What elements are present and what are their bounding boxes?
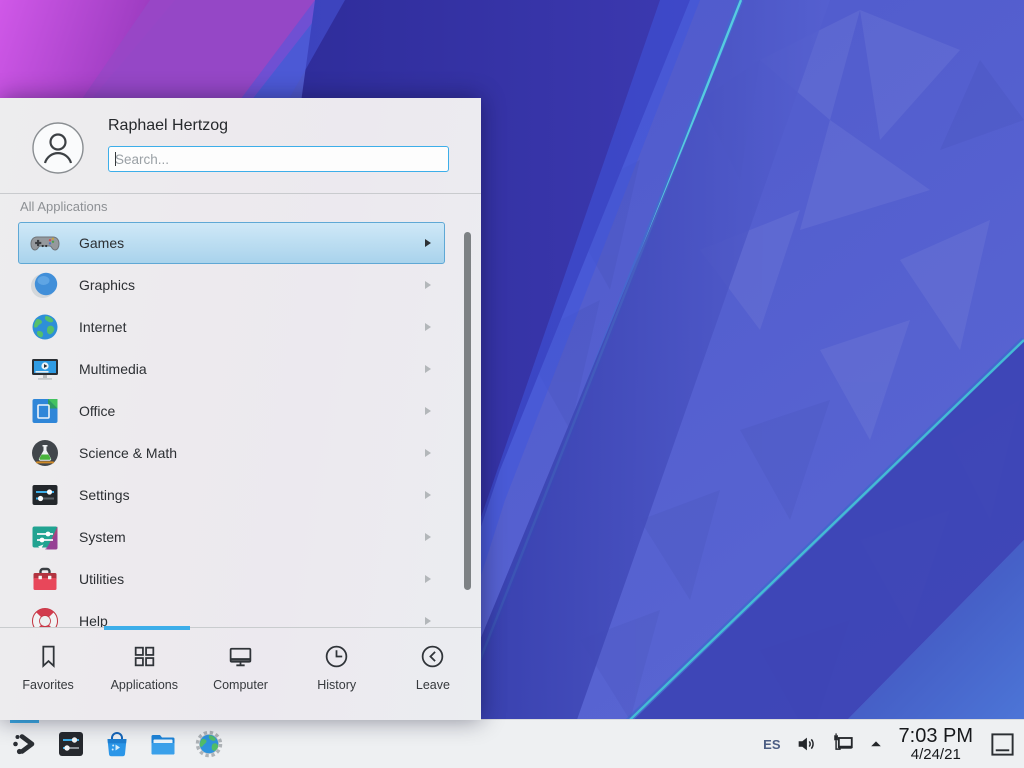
- submenu-arrow-icon: [425, 617, 431, 625]
- tab-label: Applications: [111, 678, 178, 692]
- category-label: Science & Math: [79, 445, 177, 461]
- submenu-arrow-icon: [425, 323, 431, 331]
- office-icon: [29, 395, 61, 427]
- text-caret: [115, 152, 116, 166]
- gamepad-icon: [29, 227, 61, 259]
- system-icon: [29, 521, 61, 553]
- category-row-games[interactable]: Games: [18, 222, 445, 264]
- category-label: Office: [79, 403, 115, 419]
- tab-leave[interactable]: Leave: [385, 628, 481, 720]
- category-label: Settings: [79, 487, 130, 503]
- expand-tray-icon[interactable]: [869, 737, 883, 751]
- science-icon: [29, 437, 61, 469]
- computer-icon: [227, 643, 254, 670]
- active-tab-indicator: [104, 626, 190, 630]
- submenu-arrow-icon: [425, 449, 431, 457]
- help-icon: [29, 605, 61, 628]
- category-label: Multimedia: [79, 361, 147, 377]
- desktop: Raphael Hertzog All Applications Games Gr…: [0, 0, 1024, 768]
- kde-launcher-icon: [10, 729, 40, 759]
- keyboard-layout-indicator[interactable]: ES: [763, 737, 780, 752]
- tab-label: Computer: [213, 678, 268, 692]
- web-browser-icon: [194, 729, 224, 759]
- leave-icon: [419, 643, 446, 670]
- category-label: Games: [79, 235, 124, 251]
- section-label: All Applications: [20, 199, 107, 214]
- settings-icon: [29, 479, 61, 511]
- category-label: Utilities: [79, 571, 124, 587]
- clock-date: 4/24/21: [899, 747, 973, 763]
- submenu-arrow-icon: [425, 533, 431, 541]
- submenu-arrow-icon: [425, 365, 431, 373]
- internet-globe-icon: [29, 311, 61, 343]
- submenu-arrow-icon: [425, 491, 431, 499]
- category-row-internet[interactable]: Internet: [18, 306, 445, 348]
- submenu-arrow-icon: [425, 575, 431, 583]
- show-desktop-button[interactable]: [989, 731, 1016, 758]
- tab-computer[interactable]: Computer: [192, 628, 288, 720]
- search-input[interactable]: [108, 146, 449, 172]
- submenu-arrow-icon: [425, 239, 431, 247]
- category-label: Internet: [79, 319, 126, 335]
- tab-favorites[interactable]: Favorites: [0, 628, 96, 720]
- clock[interactable]: 7:03 PM 4/24/21: [899, 726, 973, 763]
- category-label: System: [79, 529, 126, 545]
- discover-taskbar-button[interactable]: [102, 729, 132, 759]
- application-launcher-button[interactable]: [10, 729, 40, 759]
- category-row-settings[interactable]: Settings: [18, 474, 445, 516]
- tab-label: History: [317, 678, 356, 692]
- tab-applications[interactable]: Applications: [96, 628, 192, 720]
- web-browser-taskbar-button[interactable]: [194, 729, 224, 759]
- utilities-icon: [29, 563, 61, 595]
- network-icon[interactable]: [831, 732, 855, 756]
- history-clock-icon: [323, 643, 350, 670]
- category-row-help[interactable]: Help: [18, 600, 445, 628]
- launcher-active-indicator: [10, 720, 39, 723]
- taskbar: ES 7:03 PM 4/24/21: [0, 719, 1024, 768]
- category-row-graphics[interactable]: Graphics: [18, 264, 445, 306]
- category-row-office[interactable]: Office: [18, 390, 445, 432]
- category-row-multimedia[interactable]: Multimedia: [18, 348, 445, 390]
- file-manager-taskbar-button[interactable]: [148, 729, 178, 759]
- show-desktop-icon: [989, 731, 1016, 758]
- category-row-science-math[interactable]: Science & Math: [18, 432, 445, 474]
- application-category-list: Games Graphics Internet Multimedia Office Sci…: [0, 222, 481, 628]
- category-row-system[interactable]: System: [18, 516, 445, 558]
- user-name: Raphael Hertzog: [108, 117, 228, 135]
- applications-grid-icon: [131, 643, 158, 670]
- category-row-utilities[interactable]: Utilities: [18, 558, 445, 600]
- clock-time: 7:03 PM: [899, 726, 973, 747]
- tab-label: Favorites: [22, 678, 73, 692]
- tab-history[interactable]: History: [289, 628, 385, 720]
- submenu-arrow-icon: [425, 281, 431, 289]
- header-separator: [0, 193, 481, 194]
- discover-icon: [102, 729, 132, 759]
- application-launcher-menu: Raphael Hertzog All Applications Games Gr…: [0, 98, 481, 720]
- multimedia-icon: [29, 353, 61, 385]
- user-icon: [32, 161, 84, 178]
- submenu-arrow-icon: [425, 407, 431, 415]
- tab-label: Leave: [416, 678, 450, 692]
- bookmark-icon: [35, 643, 62, 670]
- menu-tab-bar: Favorites Applications Computer History Leav…: [0, 627, 481, 720]
- system-settings-icon: [56, 729, 86, 759]
- volume-icon[interactable]: [795, 733, 817, 755]
- category-label: Graphics: [79, 277, 135, 293]
- scrollbar[interactable]: [464, 232, 471, 590]
- user-avatar[interactable]: [32, 122, 84, 174]
- system-settings-taskbar-button[interactable]: [56, 729, 86, 759]
- file-manager-icon: [148, 729, 178, 759]
- graphics-icon: [29, 269, 61, 301]
